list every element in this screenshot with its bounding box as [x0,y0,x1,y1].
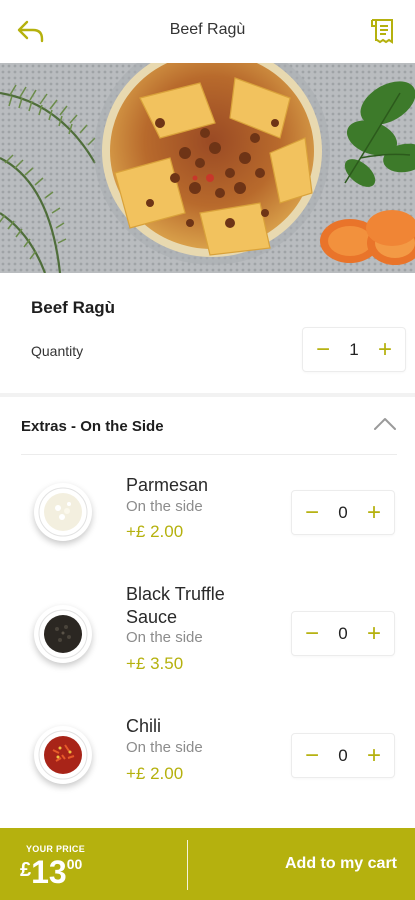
parmesan-quantity-stepper: − 0 + [291,490,395,535]
top-bar: Beef Ragù [0,0,415,63]
receipt-icon [371,19,393,44]
parmesan-quantity: 0 [338,502,348,522]
dish-summary: Beef Ragù Quantity − 1 + [0,273,415,395]
chevron-up-icon[interactable] [373,416,397,432]
chili-quantity: 0 [338,745,348,765]
truffle-sauce-bowl-icon [34,605,92,663]
receipt-button[interactable] [369,14,399,48]
add-to-cart-button[interactable]: Add to my cart [188,828,415,900]
checkout-bar: YOUR PRICE £ 13 00 Add to my cart [0,828,415,900]
quantity-label: Quantity [31,343,84,359]
extra-subtitle: On the side [126,739,203,756]
extra-item-chili: Chili On the side +£ 2.00 − 0 + [0,710,415,810]
extra-price: +£ 3.50 [126,654,184,673]
extra-name: Black Truffle Sauce [126,584,225,627]
page-title: Beef Ragù [169,21,246,38]
price-main: 13 [31,854,67,890]
total-price: £ 13 00 [20,853,82,891]
parmesan-bowl-icon [34,483,92,541]
decrease-chili-button[interactable]: − [301,743,323,767]
increase-parmesan-button[interactable]: + [363,500,385,524]
extra-name: Chili [126,716,162,736]
truffle-sauce-quantity: 0 [338,623,348,643]
chili-quantity-stepper: − 0 + [291,733,395,778]
price-cents: 00 [66,856,83,872]
decrease-quantity-button[interactable]: − [312,337,334,361]
dish-quantity-stepper: − 1 + [302,327,406,372]
extra-item-parmesan: Parmesan On the side +£ 2.00 − 0 + [0,465,415,565]
increase-chili-button[interactable]: + [363,743,385,767]
extra-price: +£ 2.00 [126,522,184,541]
dish-photo [0,63,415,273]
decrease-parmesan-button[interactable]: − [301,500,323,524]
extra-price: +£ 2.00 [126,764,184,783]
quantity-value: 1 [349,339,359,359]
chili-bowl-icon [34,726,92,784]
decrease-truffle-sauce-button[interactable]: − [301,621,323,645]
extra-item-black-truffle-sauce: Black Truffle Sauce On the side +£ 3.50 … [0,580,415,695]
extras-section-header[interactable]: Extras - On the Side [0,397,415,455]
extras-title: Extras - On the Side [21,418,164,435]
increase-truffle-sauce-button[interactable]: + [363,621,385,645]
price-currency: £ [20,859,32,881]
extra-name: Parmesan [126,475,209,495]
truffle-sauce-quantity-stepper: − 0 + [291,611,395,656]
extras-divider [21,454,397,455]
dish-name: Beef Ragù [31,298,116,317]
extra-subtitle: On the side [126,629,203,646]
increase-quantity-button[interactable]: + [374,337,396,361]
extra-subtitle: On the side [126,498,203,515]
